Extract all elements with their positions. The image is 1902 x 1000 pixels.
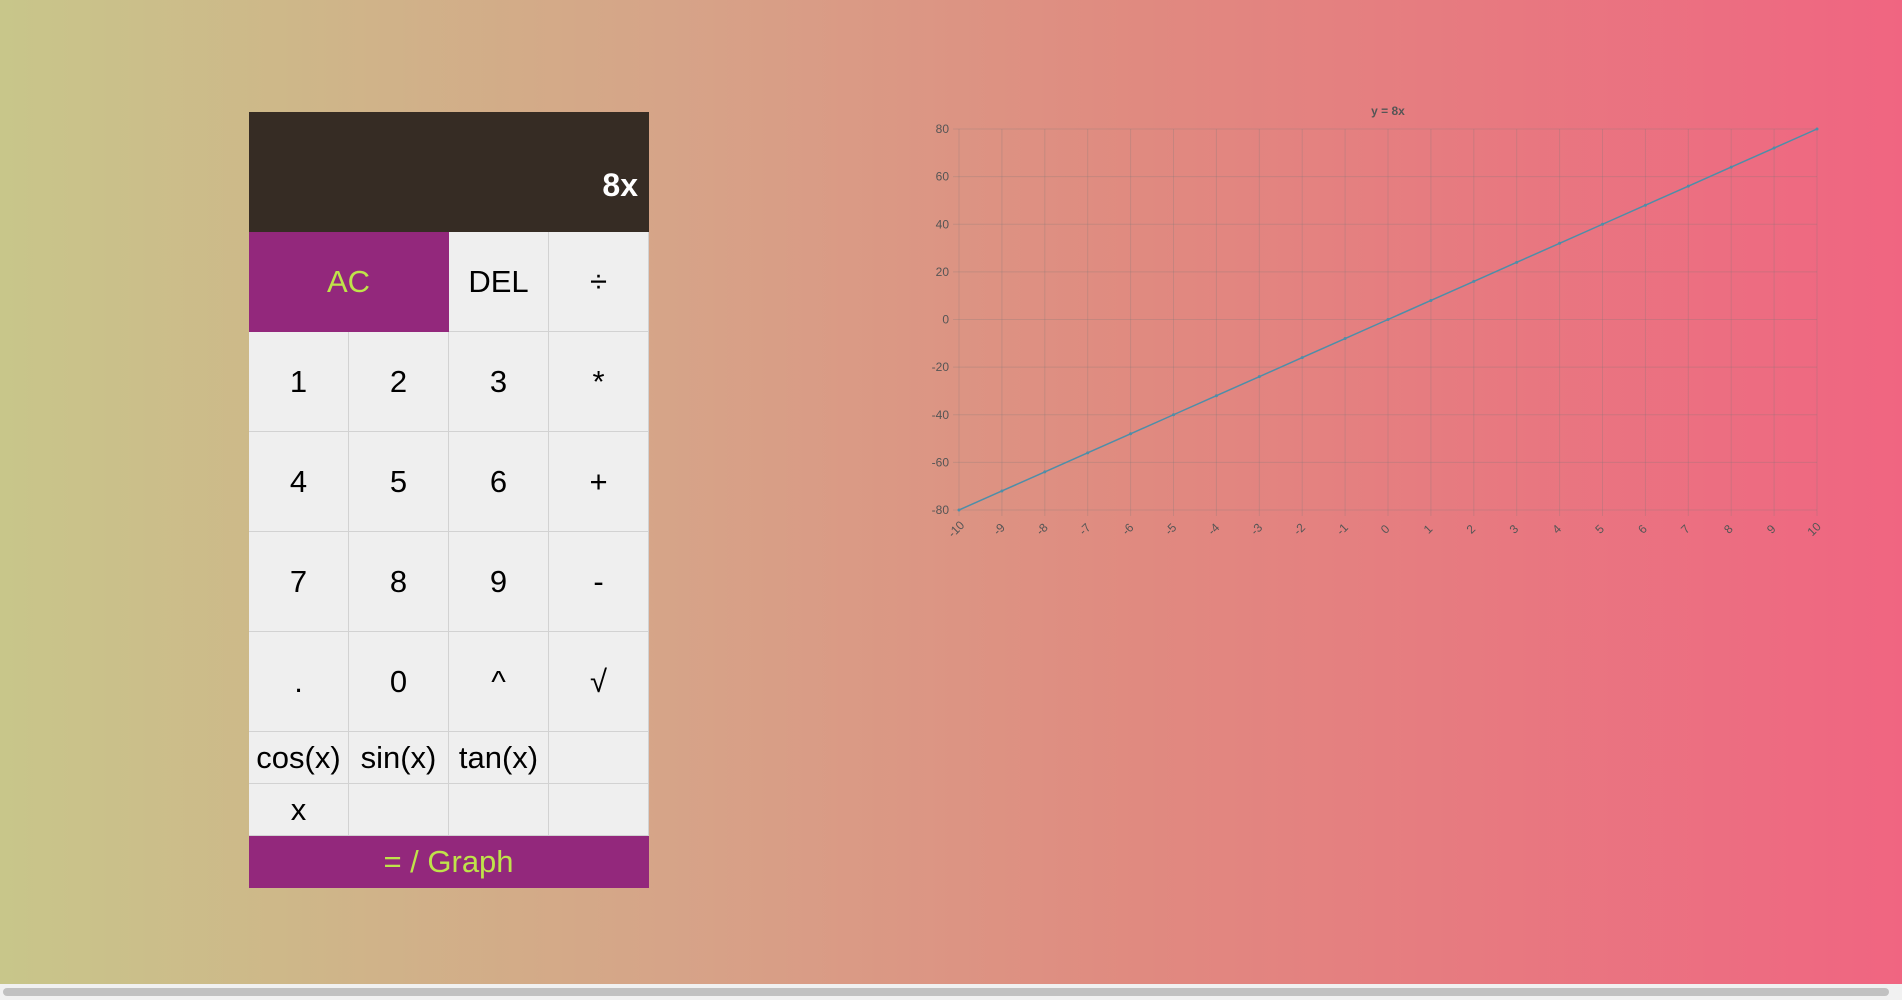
y-tick-label: 80 <box>936 122 950 136</box>
data-point <box>1686 184 1690 188</box>
y-tick-label: 40 <box>936 217 950 231</box>
empty-key <box>449 784 549 836</box>
x-tick-label: -5 <box>1162 520 1180 538</box>
empty-key <box>349 784 449 836</box>
digit-5-button[interactable]: 5 <box>349 432 449 532</box>
x-tick-label: 9 <box>1764 522 1779 537</box>
x-tick-label: 8 <box>1721 522 1736 537</box>
x-tick-label: 6 <box>1635 522 1650 537</box>
data-point <box>1129 432 1133 436</box>
digit-4-button[interactable]: 4 <box>249 432 349 532</box>
x-tick-label: -7 <box>1076 520 1094 538</box>
data-point <box>1386 318 1390 321</box>
multiply-button[interactable]: * <box>549 332 649 432</box>
data-point <box>957 508 961 512</box>
digit-1-button[interactable]: 1 <box>249 332 349 432</box>
equals-graph-button[interactable]: = / Graph <box>249 836 649 888</box>
x-tick-label: -1 <box>1334 520 1352 538</box>
minus-button[interactable]: - <box>549 532 649 632</box>
y-tick-label: 0 <box>942 313 949 327</box>
calculator: 8x AC DEL ÷ 1 2 3 * 4 5 6 + 7 8 9 - . 0 … <box>249 112 649 888</box>
y-tick-label: -60 <box>932 455 950 469</box>
data-point <box>1729 165 1733 169</box>
cos-button[interactable]: cos(x) <box>249 732 349 784</box>
decimal-point-button[interactable]: . <box>249 632 349 732</box>
data-point <box>1300 356 1304 360</box>
digit-7-button[interactable]: 7 <box>249 532 349 632</box>
data-point <box>1257 375 1261 379</box>
y-tick-label: 20 <box>936 265 950 279</box>
chart-title: y = 8x <box>1371 104 1405 118</box>
x-tick-label: 2 <box>1464 522 1479 537</box>
data-point <box>1086 451 1090 455</box>
data-point <box>1643 203 1647 207</box>
variable-x-button[interactable]: x <box>249 784 349 836</box>
data-point <box>1772 146 1776 150</box>
keypad: AC DEL ÷ 1 2 3 * 4 5 6 + 7 8 9 - . 0 ^ √… <box>249 232 649 888</box>
x-tick-label: 4 <box>1549 522 1564 537</box>
x-tick-label: 10 <box>1804 519 1824 539</box>
digit-3-button[interactable]: 3 <box>449 332 549 432</box>
x-tick-label: -6 <box>1119 520 1137 538</box>
digit-8-button[interactable]: 8 <box>349 532 449 632</box>
y-tick-label: 60 <box>936 170 950 184</box>
calculator-display: 8x <box>249 112 649 232</box>
empty-key <box>549 732 649 784</box>
display-value: 8x <box>602 167 638 203</box>
x-tick-label: -8 <box>1033 520 1051 538</box>
graph-panel: y = 8x -10 -9 -8 -7 -6 -5 -4 -3 -2 -1 0 1 2 3 4 5 6 7 8 9 10-… <box>920 95 1840 555</box>
digit-9-button[interactable]: 9 <box>449 532 549 632</box>
data-point <box>1214 394 1218 398</box>
data-point <box>1601 222 1604 226</box>
x-tick-label: -2 <box>1291 520 1309 538</box>
all-clear-button[interactable]: AC <box>249 232 449 332</box>
data-point <box>1429 298 1433 302</box>
horizontal-scrollbar[interactable] <box>0 984 1902 1000</box>
x-tick-label: -4 <box>1205 520 1223 538</box>
y-tick-label: -20 <box>932 360 950 374</box>
x-tick-label: 5 <box>1592 522 1607 537</box>
divide-button[interactable]: ÷ <box>549 232 649 332</box>
data-point <box>1515 260 1519 264</box>
x-tick-label: -3 <box>1248 520 1266 538</box>
line-chart: y = 8x-10 -9 -8 -7 -6 -5 -4 -3 -2 -1 0 1 2 3 4 5 6 7 8 9 10-… <box>932 104 1824 540</box>
data-point <box>1172 413 1175 417</box>
data-point <box>1472 279 1476 283</box>
x-tick-label: 0 <box>1378 522 1393 537</box>
square-root-button[interactable]: √ <box>549 632 649 732</box>
tan-button[interactable]: tan(x) <box>449 732 549 784</box>
digit-2-button[interactable]: 2 <box>349 332 449 432</box>
data-point <box>1343 337 1347 341</box>
digit-6-button[interactable]: 6 <box>449 432 549 532</box>
data-point <box>1558 241 1562 245</box>
delete-button[interactable]: DEL <box>449 232 549 332</box>
plus-button[interactable]: + <box>549 432 649 532</box>
digit-0-button[interactable]: 0 <box>349 632 449 732</box>
y-tick-label: -40 <box>932 408 950 422</box>
scrollbar-thumb[interactable] <box>3 988 1889 996</box>
x-tick-label: -10 <box>945 518 967 540</box>
empty-key <box>549 784 649 836</box>
y-tick-label: -80 <box>932 503 950 517</box>
data-point <box>1815 127 1819 131</box>
data-point <box>1000 489 1004 493</box>
data-point <box>1043 470 1047 474</box>
x-tick-label: -9 <box>990 520 1008 538</box>
x-tick-label: 3 <box>1507 522 1522 537</box>
x-tick-label: 7 <box>1678 522 1693 537</box>
x-tick-label: 1 <box>1421 522 1436 537</box>
sin-button[interactable]: sin(x) <box>349 732 449 784</box>
power-button[interactable]: ^ <box>449 632 549 732</box>
